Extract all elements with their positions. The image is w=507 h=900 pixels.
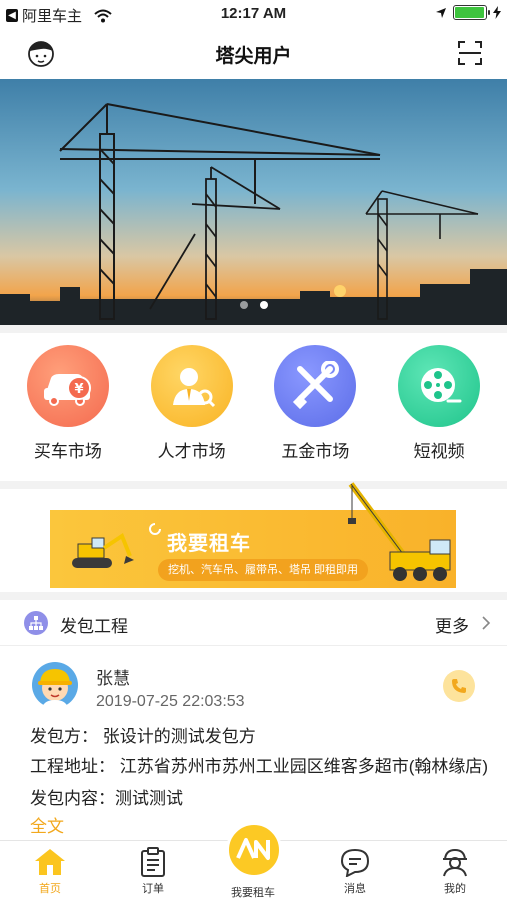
rent-car-banner[interactable]: 我要租车 挖机、汽车吊、履带吊、塔吊 即租即用 [50, 482, 456, 588]
home-icon [35, 849, 65, 875]
post-time: 2019-07-25 22:03:53 [96, 693, 245, 710]
content-line: 发包内容：测试测试 [30, 789, 183, 808]
battery-icon [453, 5, 490, 20]
tab-home[interactable]: 首页 [10, 847, 90, 896]
page-title: 塔尖用户 [215, 46, 292, 67]
worker-helmet-icon [443, 848, 467, 877]
category-label: 五金市场 [281, 442, 350, 461]
tab-bar: 首页 订单 我要租车 消息 我的 [0, 822, 507, 900]
tab-mine[interactable]: 我的 [415, 847, 495, 896]
loading-ring-icon [149, 523, 161, 535]
section-title: 发包工程 [60, 617, 128, 636]
battery-level [455, 7, 484, 18]
chat-bubble-icon [340, 848, 370, 877]
tab-label: 首页 [39, 883, 61, 895]
tab-messages[interactable]: 消息 [315, 847, 395, 896]
clipboard-icon [141, 847, 165, 877]
tab-orders[interactable]: 订单 [113, 847, 193, 896]
category-label: 短视频 [413, 442, 465, 461]
status-time: 12:17 AM [220, 5, 287, 22]
carousel-dot-active[interactable] [259, 301, 268, 309]
tab-rent-label: 我要租车 [231, 887, 275, 899]
svg-text:¥: ¥ [74, 382, 83, 397]
address-line: 工程地址： 江苏省苏州市苏州工业园区维客多超市(翰林缘店) [30, 757, 489, 776]
phone-call-button[interactable] [443, 670, 475, 702]
location-arrow-icon [436, 7, 446, 18]
divider [0, 592, 507, 600]
construction-cranes-image [0, 79, 507, 325]
category-short-video[interactable]: 短视频 [384, 345, 494, 481]
expand-full-text-link[interactable]: 全文 [30, 812, 64, 837]
category-label: 人才市场 [157, 442, 226, 461]
carousel-dot[interactable] [239, 301, 248, 309]
phone-icon [452, 679, 466, 693]
tab-label: 消息 [344, 883, 366, 895]
charging-bolt-icon [493, 6, 501, 19]
tab-label: 订单 [142, 883, 164, 895]
banner-carousel[interactable] [0, 79, 507, 325]
rent-logo-icon [236, 838, 270, 860]
talent-person-icon [150, 345, 233, 427]
section-header: 发包工程 更多 [0, 600, 507, 646]
worker-avatar [32, 662, 78, 708]
tab-rent-car-button[interactable] [226, 822, 282, 878]
project-card[interactable]: 张慧 2019-07-25 22:03:53 发包方： 张设计的测试发包方 工程… [0, 652, 507, 840]
scan-icon[interactable] [457, 40, 483, 66]
status-bar: ◀ 阿里车主 12:17 AM [0, 0, 507, 28]
promo-subtitle: 挖机、汽车吊、履带吊、塔吊 即租即用 [158, 559, 369, 581]
category-talent-market[interactable]: 人才市场 [137, 345, 247, 481]
sitemap-icon [24, 611, 48, 635]
category-hardware-market[interactable]: 五金市场 [260, 345, 370, 481]
film-reel-icon [398, 345, 481, 427]
car-price-icon: ¥ [26, 345, 109, 427]
nav-bar: 塔尖用户 [0, 28, 507, 78]
contractor-line: 发包方： 张设计的测试发包方 [30, 727, 256, 746]
category-grid: ¥ 买车市场 人才市场 五金市场 短视频 [0, 333, 507, 481]
tools-icon [274, 345, 357, 427]
promo-title: 我要租车 [167, 533, 251, 555]
category-car-market[interactable]: ¥ 买车市场 [13, 345, 123, 481]
more-link[interactable]: 更多 [435, 612, 469, 637]
chevron-right-icon[interactable] [481, 615, 491, 631]
mobile-crane-icon [348, 482, 451, 581]
category-label: 买车市场 [33, 442, 102, 461]
contact-name: 张慧 [96, 669, 130, 688]
carousel-dots [0, 301, 507, 309]
divider [0, 325, 507, 333]
excavator-icon [72, 532, 134, 568]
tab-label: 我的 [444, 883, 466, 895]
